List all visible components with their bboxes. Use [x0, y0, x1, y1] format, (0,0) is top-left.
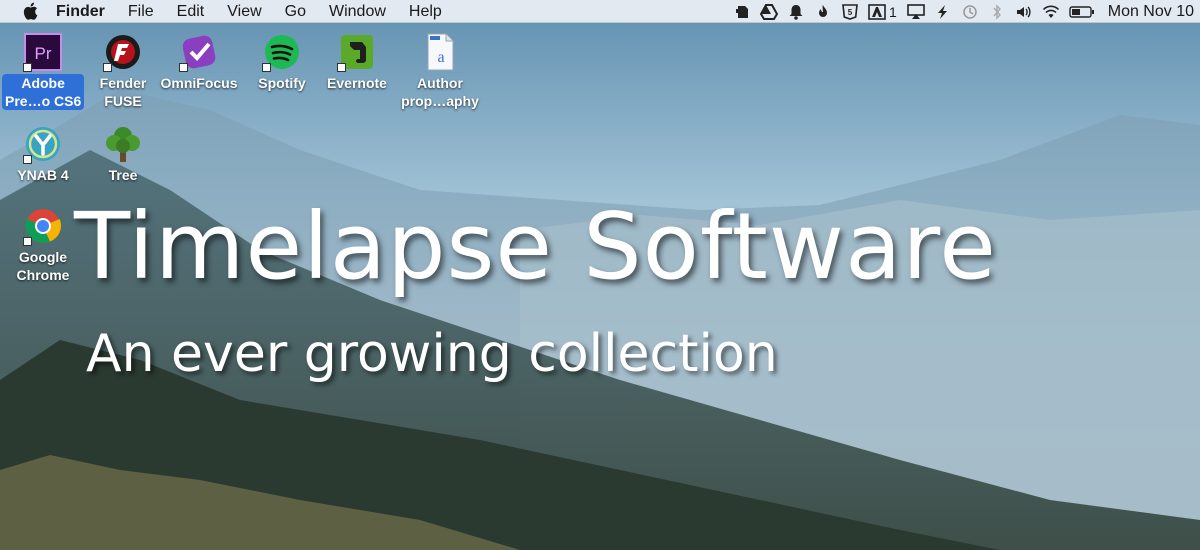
bolt-icon[interactable] — [934, 4, 952, 20]
menu-go[interactable]: Go — [285, 0, 306, 23]
tree-icon — [103, 124, 143, 164]
html5-icon[interactable]: 5 — [841, 3, 859, 20]
evernote-icon[interactable] — [733, 4, 751, 20]
adobe-premiere-icon: Pr — [23, 32, 63, 72]
alias-arrow-icon — [262, 63, 271, 72]
desktop-icon-label: Evernote — [327, 75, 387, 91]
flame-icon[interactable] — [814, 4, 832, 20]
chrome-icon — [23, 206, 63, 246]
menu-view[interactable]: View — [227, 0, 261, 23]
alias-arrow-icon — [23, 237, 32, 246]
alias-arrow-icon — [337, 63, 346, 72]
desktop-icon-ynab[interactable]: YNAB 4 — [2, 124, 84, 185]
desktop-icon-label: YNAB 4 — [17, 167, 69, 183]
document-icon: a — [420, 32, 460, 72]
apple-icon[interactable] — [22, 2, 38, 20]
desktop-icon-omnifocus[interactable]: OmniFocus — [158, 32, 240, 93]
battery-icon[interactable] — [1069, 4, 1095, 20]
google-drive-icon[interactable] — [759, 3, 778, 20]
spotify-icon — [262, 32, 302, 72]
adobe-icon[interactable] — [868, 3, 886, 20]
menu-clock[interactable]: Mon Nov 10 — [1108, 3, 1194, 21]
time-machine-icon[interactable] — [961, 4, 979, 20]
alias-arrow-icon — [103, 63, 112, 72]
omnifocus-icon — [179, 32, 219, 72]
desktop-icon-fender-fuse[interactable]: Fender FUSE — [82, 32, 164, 111]
overlay-subtitle: An ever growing collection — [86, 324, 778, 384]
desktop-icon-label: OmniFocus — [160, 75, 238, 91]
desktop-icon-spotify[interactable]: Spotify — [241, 32, 323, 93]
fender-fuse-icon — [103, 32, 143, 72]
wifi-icon[interactable] — [1042, 4, 1060, 20]
desktop-icon-author-document[interactable]: a Author prop…aphy — [399, 32, 481, 111]
menu-window[interactable]: Window — [329, 0, 386, 23]
alias-arrow-icon — [179, 63, 188, 72]
menu-file[interactable]: File — [128, 0, 154, 23]
desktop-icon-tree[interactable]: Tree — [82, 124, 164, 185]
menu-finder[interactable]: Finder — [56, 0, 105, 23]
alias-arrow-icon — [23, 63, 32, 72]
desktop-icon-label: Adobe Pre…o CS6 — [2, 74, 85, 110]
menu-edit[interactable]: Edit — [177, 0, 205, 23]
desktop-icon-label: Google Chrome — [16, 249, 70, 283]
bluetooth-icon[interactable] — [988, 3, 1006, 20]
desktop-icon-label: Tree — [108, 167, 138, 183]
menu-bar: Finder File Edit View Go Window Help 5 1 — [0, 0, 1200, 23]
menu-help[interactable]: Help — [409, 0, 442, 23]
notification-bell-icon[interactable] — [787, 4, 805, 20]
ynab-icon — [23, 124, 63, 164]
svg-text:5: 5 — [848, 8, 853, 17]
svg-text:a: a — [437, 49, 444, 66]
adobe-update-count: 1 — [888, 3, 897, 20]
airplay-icon[interactable] — [906, 3, 925, 20]
evernote-icon — [337, 32, 377, 72]
desktop-icon-label: Fender FUSE — [99, 75, 147, 109]
volume-icon[interactable] — [1015, 4, 1033, 20]
desktop-icon-evernote[interactable]: Evernote — [316, 32, 398, 93]
desktop-icon-google-chrome[interactable]: Google Chrome — [2, 206, 84, 285]
svg-text:Pr: Pr — [35, 44, 52, 63]
desktop-icon-label: Author prop…aphy — [401, 75, 479, 109]
desktop-icon-adobe-premiere[interactable]: Pr Adobe Pre…o CS6 — [2, 32, 85, 111]
alias-arrow-icon — [23, 155, 32, 164]
status-area: 5 1 Mon Nov 10 — [733, 0, 1200, 23]
overlay-title: Timelapse Software — [74, 193, 997, 300]
desktop-icon-label: Spotify — [258, 75, 306, 91]
